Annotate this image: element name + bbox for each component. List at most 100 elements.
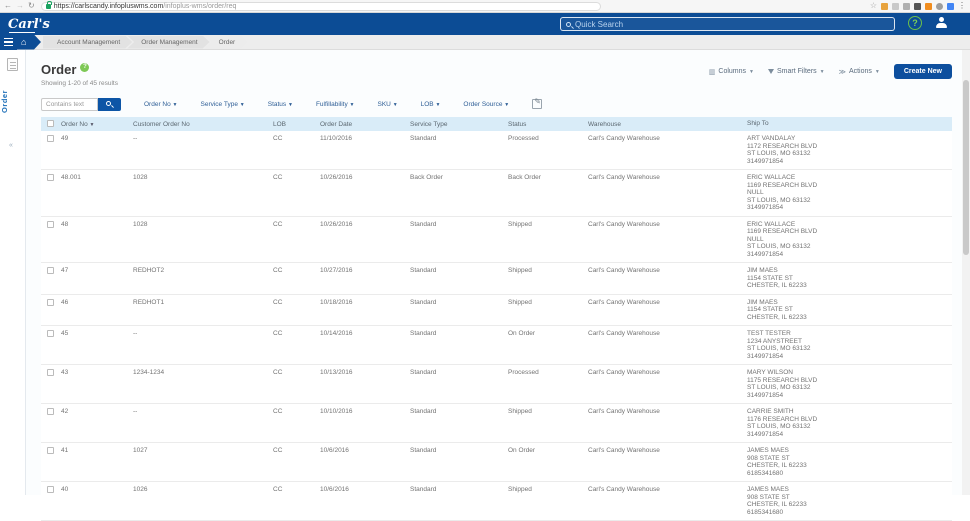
cell-ship-to: CARRIE SMITH 1176 RESEARCH BLVD ST LOUIS…: [747, 408, 952, 438]
create-new-button[interactable]: Create New: [894, 64, 952, 79]
col-ship-to[interactable]: Ship To: [747, 120, 952, 128]
extension-icon-6[interactable]: [936, 3, 943, 10]
cell-warehouse: Carl's Candy Warehouse: [588, 486, 747, 516]
table-row[interactable]: 40 1026 CC 10/6/2016 Standard Shipped Ca…: [41, 482, 952, 521]
row-checkbox[interactable]: [47, 330, 54, 337]
row-checkbox[interactable]: [47, 408, 54, 415]
cell-order-no[interactable]: 48: [61, 221, 133, 259]
breadcrumb-order-management[interactable]: Order Management: [127, 36, 209, 49]
row-checkbox[interactable]: [47, 174, 54, 181]
table-row[interactable]: 49 -- CC 11/10/2016 Standard Processed C…: [41, 131, 952, 170]
filter-service-type[interactable]: Service Type ▼: [201, 101, 245, 108]
cell-ship-to: ERIC WALLACE 1169 RESEARCH BLVD NULL ST …: [747, 221, 952, 259]
actions-button[interactable]: ≫ Actions ▼: [839, 68, 880, 76]
row-checkbox[interactable]: [47, 447, 54, 454]
cell-service-type: Standard: [410, 299, 508, 322]
col-lob[interactable]: LOB: [273, 121, 320, 128]
filter-icon: [768, 69, 774, 74]
col-service-type[interactable]: Service Type: [410, 121, 508, 128]
table-row[interactable]: 43 1234-1234 CC 10/13/2016 Standard Proc…: [41, 365, 952, 404]
chevron-down-icon: ▼: [820, 69, 825, 75]
row-checkbox[interactable]: [47, 135, 54, 142]
cell-service-type: Standard: [410, 408, 508, 438]
row-checkbox[interactable]: [47, 299, 54, 306]
filter-order-source[interactable]: Order Source ▼: [463, 101, 509, 108]
cell-order-no[interactable]: 41: [61, 447, 133, 477]
table-row[interactable]: 48 1028 CC 10/26/2016 Standard Shipped C…: [41, 217, 952, 264]
bookmark-star-icon[interactable]: ☆: [870, 2, 877, 10]
col-customer-order-no[interactable]: Customer Order No: [133, 121, 273, 128]
smart-filters-button[interactable]: Smart Filters ▼: [768, 68, 825, 75]
table-row[interactable]: 48.001 1028 CC 10/26/2016 Back Order Bac…: [41, 170, 952, 217]
table-row[interactable]: 47 REDHOT2 CC 10/27/2016 Standard Shippe…: [41, 263, 952, 295]
cell-customer-order-no: 1027: [133, 447, 273, 477]
cell-order-no[interactable]: 46: [61, 299, 133, 322]
col-status[interactable]: Status: [508, 121, 588, 128]
scrollbar[interactable]: [962, 50, 970, 495]
table-row[interactable]: 45 -- CC 10/14/2016 Standard On Order Ca…: [41, 326, 952, 365]
filter-lob[interactable]: LOB ▼: [421, 101, 441, 108]
quick-search-input[interactable]: Quick Search: [560, 17, 895, 31]
order-table-body: 49 -- CC 11/10/2016 Standard Processed C…: [41, 131, 952, 521]
info-icon[interactable]: ?: [80, 63, 89, 72]
rail-order-label[interactable]: Order: [0, 90, 26, 113]
cell-order-no[interactable]: 42: [61, 408, 133, 438]
scrollbar-thumb[interactable]: [963, 80, 969, 255]
collapse-rail-icon[interactable]: «: [9, 142, 13, 149]
row-checkbox[interactable]: [47, 369, 54, 376]
cell-status: Shipped: [508, 408, 588, 438]
user-icon[interactable]: [935, 17, 948, 29]
filter-status[interactable]: Status ▼: [268, 101, 293, 108]
app-header: Carl's Quick Search ?: [0, 13, 970, 35]
extension-icon-2[interactable]: [892, 3, 899, 10]
row-checkbox[interactable]: [47, 221, 54, 228]
col-order-date[interactable]: Order Date: [320, 121, 410, 128]
columns-button[interactable]: ▥ Columns ▼: [709, 68, 754, 76]
search-button[interactable]: [98, 98, 121, 111]
cell-order-no[interactable]: 43: [61, 369, 133, 399]
cell-order-no[interactable]: 45: [61, 330, 133, 360]
forward-icon[interactable]: →: [16, 2, 24, 10]
cell-order-date: 10/18/2016: [320, 299, 410, 322]
cell-order-no[interactable]: 49: [61, 135, 133, 165]
breadcrumb-account-management[interactable]: Account Management: [43, 36, 132, 49]
page-title: Order: [41, 62, 76, 77]
table-row[interactable]: 42 -- CC 10/10/2016 Standard Shipped Car…: [41, 404, 952, 443]
extension-icon-4[interactable]: [914, 3, 921, 10]
table-row[interactable]: 46 REDHOT1 CC 10/18/2016 Standard Shippe…: [41, 295, 952, 327]
url-bar[interactable]: https://carlscandy.infopluswms.com/infop…: [41, 2, 601, 11]
home-icon[interactable]: ⌂: [17, 35, 41, 50]
filter-sku[interactable]: SKU ▼: [378, 101, 398, 108]
cell-order-no[interactable]: 47: [61, 267, 133, 290]
cell-warehouse: Carl's Candy Warehouse: [588, 330, 747, 360]
cell-lob: CC: [273, 369, 320, 399]
col-order-no[interactable]: Order No ▼: [61, 121, 133, 128]
cell-order-no[interactable]: 40: [61, 486, 133, 516]
back-icon[interactable]: ←: [4, 2, 12, 10]
col-warehouse[interactable]: Warehouse: [588, 121, 747, 128]
document-icon[interactable]: [7, 58, 18, 71]
extension-icon-3[interactable]: [903, 3, 910, 10]
cell-order-date: 10/10/2016: [320, 408, 410, 438]
extension-icon-7[interactable]: [947, 3, 954, 10]
select-all-checkbox[interactable]: [47, 120, 54, 127]
cell-ship-to: JAMES MAES 908 STATE ST CHESTER, IL 6223…: [747, 486, 952, 516]
contains-text-input[interactable]: [41, 98, 98, 111]
filter-fulfillability[interactable]: Fulfillability ▼: [316, 101, 355, 108]
edit-icon[interactable]: [532, 99, 542, 109]
row-checkbox[interactable]: [47, 267, 54, 274]
table-row[interactable]: 41 1027 CC 10/6/2016 Standard On Order C…: [41, 443, 952, 482]
cell-warehouse: Carl's Candy Warehouse: [588, 221, 747, 259]
carls-logo[interactable]: Carl's: [8, 17, 50, 32]
cell-order-no[interactable]: 48.001: [61, 174, 133, 212]
hamburger-menu-icon[interactable]: [0, 35, 17, 50]
extension-icon-1[interactable]: [881, 3, 888, 10]
extension-icon-5[interactable]: [925, 3, 932, 10]
breadcrumb-order[interactable]: Order: [205, 36, 248, 49]
sort-icon: ▼: [90, 122, 95, 128]
filter-order-no[interactable]: Order No ▼: [144, 101, 178, 108]
browser-menu-icon[interactable]: ⋮: [958, 2, 966, 10]
row-checkbox[interactable]: [47, 486, 54, 493]
reload-icon[interactable]: ↻: [28, 2, 35, 10]
help-icon[interactable]: ?: [908, 16, 922, 30]
